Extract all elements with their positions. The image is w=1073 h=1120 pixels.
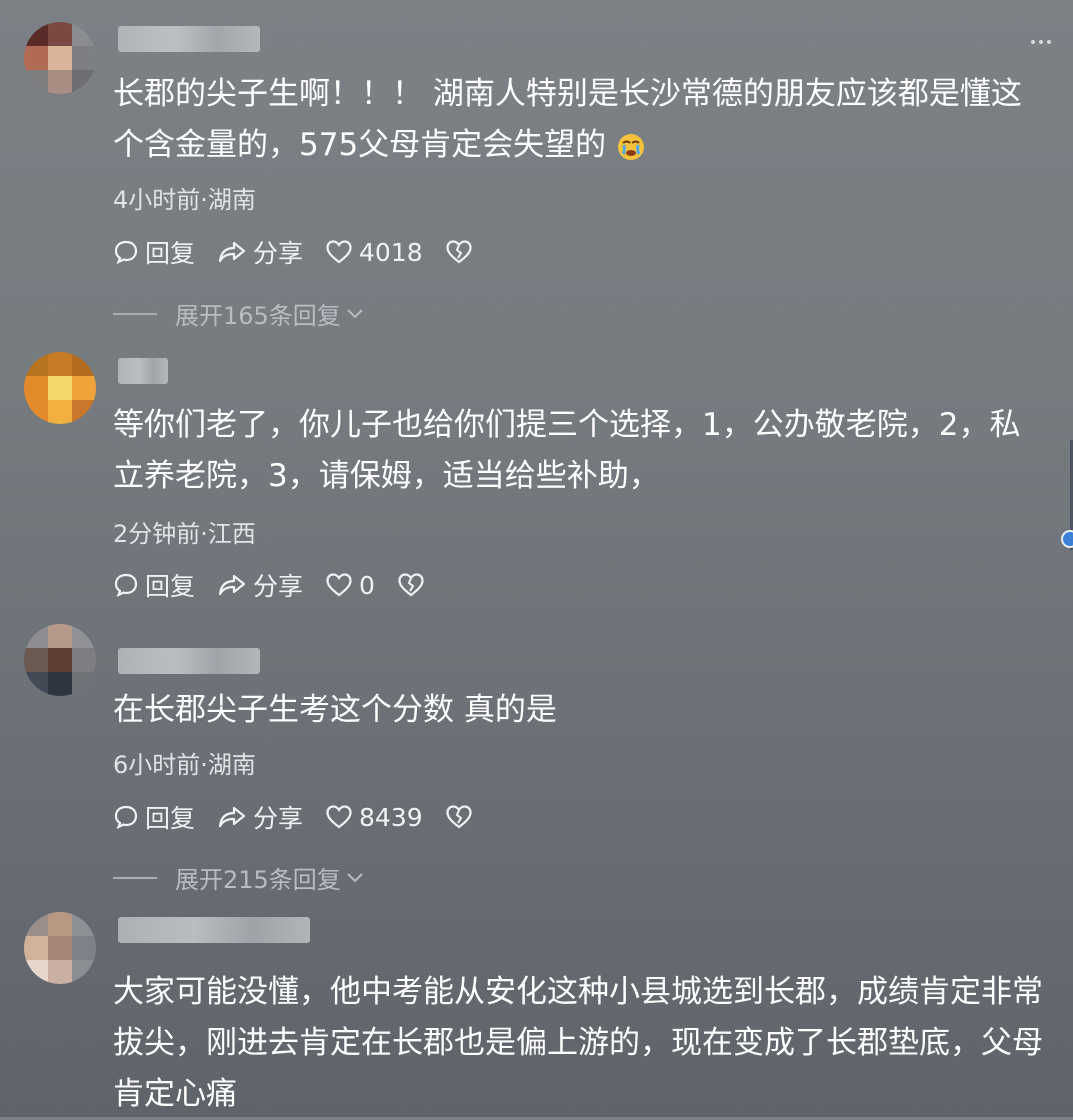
share-button[interactable]: 分享 (217, 799, 303, 835)
comment-bubble-icon (114, 240, 138, 265)
comment-meta: 6小时前·湖南 (113, 751, 256, 779)
dislike-button[interactable] (397, 572, 431, 598)
comment-actions: 回复 分享 0 (113, 567, 453, 603)
avatar[interactable] (24, 352, 96, 424)
expand-replies[interactable]: 展开165条回复 (113, 296, 365, 331)
crying-face-emoji (618, 133, 645, 160)
dislike-button[interactable] (445, 804, 479, 830)
reply-button[interactable]: 回复 (113, 799, 195, 835)
like-button[interactable]: 0 (325, 571, 375, 600)
like-count: 4018 (359, 237, 423, 267)
avatar[interactable] (24, 624, 96, 696)
comment-meta: 2分钟前·江西 (113, 520, 256, 548)
comment-actions: 回复 分享 4018 (113, 234, 501, 270)
like-button[interactable]: 8439 (325, 803, 423, 832)
comment-bubble-icon (114, 573, 138, 598)
comment-actions: 回复 分享 8439 (113, 799, 501, 835)
comment-bubble-icon (114, 805, 138, 830)
expand-label: 展开165条回复 (175, 302, 341, 330)
share-button[interactable]: 分享 (217, 234, 303, 270)
avatar[interactable] (24, 912, 96, 984)
chevron-down-icon (347, 308, 363, 318)
username-blurred[interactable] (118, 917, 310, 943)
chevron-down-icon (347, 872, 363, 882)
comment-text: 大家可能没懂，他中考能从安化这种小县城选到长郡，成绩肯定非常拔尖，刚进去肯定在长… (113, 974, 1043, 1112)
broken-heart-icon (446, 805, 472, 829)
share-arrow-icon (218, 241, 246, 263)
expand-replies[interactable]: 展开215条回复 (113, 860, 365, 895)
share-label: 分享 (253, 804, 304, 833)
comment-meta: 4小时前·湖南 (113, 186, 256, 214)
more-dots-icon[interactable] (1031, 40, 1051, 44)
reply-label: 回复 (145, 804, 196, 833)
share-button[interactable]: 分享 (217, 567, 303, 603)
avatar[interactable] (24, 22, 96, 94)
heart-icon (326, 805, 352, 829)
like-count: 8439 (359, 802, 423, 832)
comment-text: 等你们老了，你儿子也给你们提三个选择，1，公办敬老院，2，私立养老院，3，请保姆… (113, 407, 1021, 494)
expand-label: 展开215条回复 (175, 866, 341, 894)
broken-heart-icon (446, 240, 472, 264)
username-blurred[interactable] (118, 358, 168, 384)
dislike-button[interactable] (445, 239, 479, 265)
reply-label: 回复 (145, 239, 196, 268)
share-arrow-icon (218, 806, 246, 828)
share-arrow-icon (218, 574, 246, 596)
share-label: 分享 (253, 572, 304, 601)
username-blurred[interactable] (118, 26, 260, 52)
comment-text: 在长郡尖子生考这个分数 真的是 (113, 692, 557, 728)
reply-button[interactable]: 回复 (113, 234, 195, 270)
heart-icon (326, 573, 352, 597)
reply-button[interactable]: 回复 (113, 567, 195, 603)
like-count: 0 (359, 570, 375, 600)
username-blurred[interactable] (118, 648, 260, 674)
scrollbar-thumb[interactable] (1061, 530, 1073, 548)
heart-icon (326, 240, 352, 264)
broken-heart-icon (398, 573, 424, 597)
comment-text: 长郡的尖子生啊！！！ 湖南人特别是长沙常德的朋友应该都是懂这个含金量的，575父… (113, 76, 1022, 163)
like-button[interactable]: 4018 (325, 238, 423, 267)
share-label: 分享 (253, 239, 304, 268)
reply-label: 回复 (145, 572, 196, 601)
